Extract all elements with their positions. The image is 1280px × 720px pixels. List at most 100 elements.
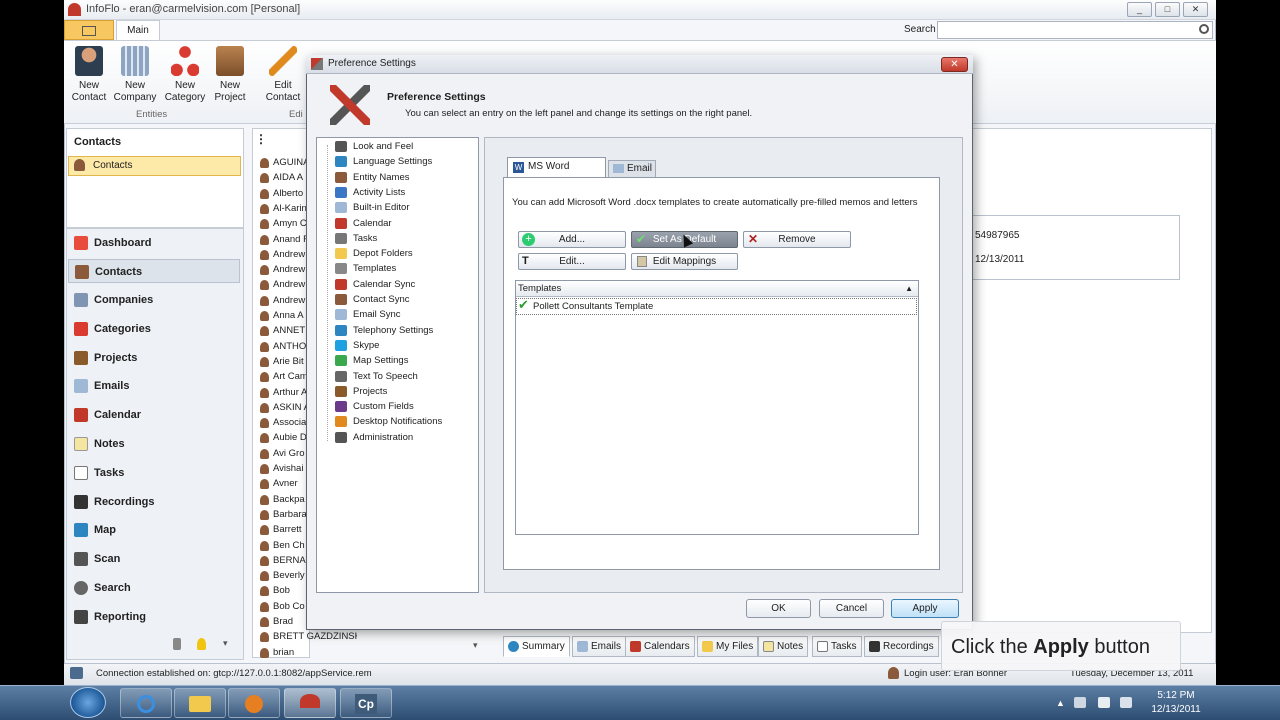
explorer-taskbar-button[interactable] — [174, 688, 226, 718]
tree-item-activity-lists[interactable]: Activity Lists — [335, 185, 405, 200]
contact-list-item[interactable]: Ben Ch — [257, 538, 309, 553]
nav-notes[interactable]: Notes — [68, 432, 240, 456]
contact-list-item[interactable]: Andrew — [257, 293, 309, 308]
contact-list-item[interactable]: Barrett — [257, 522, 309, 537]
start-button[interactable] — [70, 687, 106, 718]
tab-email[interactable]: Email — [608, 160, 656, 177]
infoflo-taskbar-button[interactable] — [284, 688, 336, 718]
clock[interactable]: 5:12 PM 12/13/2011 — [1146, 689, 1206, 717]
contact-list-item[interactable]: AIDA A — [257, 170, 309, 185]
templates-list-header[interactable]: Templates ▲ — [516, 281, 918, 297]
contact-list-item[interactable]: Bob — [257, 583, 309, 598]
contact-list-item[interactable]: BERNAD — [257, 553, 309, 568]
tab-ms-word-memos[interactable]: W MS Word Memos — [507, 157, 606, 190]
nav-calendar[interactable]: Calendar — [68, 403, 240, 427]
ok-button[interactable]: OK — [746, 599, 811, 618]
tray-flag-icon[interactable] — [1098, 697, 1110, 708]
nav-contacts[interactable]: Contacts — [68, 259, 240, 283]
tray-network-icon[interactable] — [1074, 697, 1086, 708]
edit-contact-button[interactable]: Edit Contact — [260, 44, 306, 104]
nav-map[interactable]: Map — [68, 518, 240, 542]
tree-item-projects[interactable]: Projects — [335, 384, 387, 399]
contact-list-item[interactable]: Arthur A — [257, 385, 309, 400]
tab-emails[interactable]: Emails — [572, 636, 627, 657]
contact-list-item[interactable]: Brad — [257, 614, 309, 629]
contact-list-item[interactable]: Andrew — [257, 277, 309, 292]
tree-item-depot-folders[interactable]: Depot Folders — [335, 246, 413, 261]
contacts-folder-selected[interactable]: Contacts — [68, 156, 241, 176]
nav-recordings[interactable]: Recordings — [68, 490, 240, 514]
new-contact-button[interactable]: New Contact — [66, 44, 112, 104]
contact-list-item[interactable]: Avi Gro — [257, 446, 309, 461]
tree-item-administration[interactable]: Administration — [335, 430, 413, 445]
chevron-down-icon[interactable]: ▾ — [223, 638, 228, 649]
dialog-close-button[interactable]: ✕ — [941, 57, 968, 72]
contact-list-item[interactable]: Beverly — [257, 568, 309, 583]
contact-list-item[interactable]: Al-Karin — [257, 201, 309, 216]
contact-list-item[interactable]: Aubie D — [257, 430, 309, 445]
bulb-yellow-icon[interactable] — [197, 638, 206, 650]
tree-item-text-to-speech[interactable]: Text To Speech — [335, 369, 418, 384]
contact-list-item[interactable]: ANNET — [257, 323, 309, 338]
tree-item-email-sync[interactable]: Email Sync — [335, 307, 401, 322]
contact-list-item[interactable]: Avishai — [257, 461, 309, 476]
tab-notes[interactable]: Notes — [758, 636, 809, 657]
tree-item-custom-fields[interactable]: Custom Fields — [335, 399, 414, 414]
nav-scan[interactable]: Scan — [68, 547, 240, 571]
tree-item-language-settings[interactable]: Language Settings — [335, 154, 432, 169]
tree-item-built-in-editor[interactable]: Built-in Editor — [335, 200, 410, 215]
tree-item-telephony-settings[interactable]: Telephony Settings — [335, 323, 433, 338]
contact-list-item[interactable]: Backpa — [257, 492, 309, 507]
bulb-gray-icon[interactable] — [173, 638, 181, 650]
contact-list-item[interactable]: Avner — [257, 476, 309, 491]
tree-item-templates[interactable]: Templates — [335, 261, 396, 276]
add-template-button[interactable]: + Add... — [518, 231, 626, 248]
close-button[interactable]: ✕ — [1183, 2, 1208, 17]
nav-reporting[interactable]: Reporting — [68, 605, 240, 629]
scroll-down-icon[interactable]: ▾ — [473, 640, 478, 651]
contact-list-item[interactable]: Andrew — [257, 262, 309, 277]
tree-item-look-and-feel[interactable]: Look and Feel — [335, 139, 413, 154]
contact-list-item[interactable]: Andrew — [257, 247, 309, 262]
tree-item-tasks[interactable]: Tasks — [335, 231, 377, 246]
nav-companies[interactable]: Companies — [68, 288, 240, 312]
tab-summary[interactable]: Summary — [503, 636, 570, 657]
contact-list-item[interactable]: ANTHO — [257, 339, 309, 354]
tab-calendars[interactable]: Calendars — [625, 636, 695, 657]
media-player-taskbar-button[interactable] — [228, 688, 280, 718]
cancel-button[interactable]: Cancel — [819, 599, 884, 618]
tree-item-calendar[interactable]: Calendar — [335, 216, 392, 231]
tab-recordings[interactable]: Recordings — [864, 636, 939, 657]
search-input[interactable] — [937, 21, 1213, 39]
tray-expand-icon[interactable]: ▲ — [1056, 698, 1065, 708]
tree-item-contact-sync[interactable]: Contact Sync — [335, 292, 410, 307]
minimize-button[interactable]: _ — [1127, 2, 1152, 17]
tree-item-desktop-notifications[interactable]: Desktop Notifications — [335, 414, 442, 429]
tab-main[interactable]: Main — [116, 20, 160, 40]
contact-list-item[interactable]: Amyn C — [257, 216, 309, 231]
contact-list-item[interactable]: AGUINA — [257, 155, 309, 170]
captivate-taskbar-button[interactable]: Cp — [340, 688, 392, 718]
edit-template-button[interactable]: T Edit... — [518, 253, 626, 270]
contact-list-item[interactable]: Anna A — [257, 308, 309, 323]
nav-dashboard[interactable]: Dashboard — [68, 231, 240, 255]
app-menu-button[interactable] — [64, 20, 114, 40]
new-category-button[interactable]: New Category — [162, 44, 208, 104]
ie-taskbar-button[interactable] — [120, 688, 172, 718]
contact-list-item[interactable]: Anand F — [257, 232, 309, 247]
tab-my-files[interactable]: My Files — [697, 636, 759, 657]
nav-categories[interactable]: Categories — [68, 317, 240, 341]
remove-template-button[interactable]: ✕ Remove — [743, 231, 851, 248]
maximize-button[interactable]: □ — [1155, 2, 1180, 17]
tray-volume-icon[interactable] — [1120, 697, 1132, 708]
tab-tasks[interactable]: Tasks — [812, 636, 862, 657]
contact-list-item[interactable]: Barbara — [257, 507, 309, 522]
contact-list-item[interactable]: Art Cam — [257, 369, 309, 384]
tree-item-skype[interactable]: Skype — [335, 338, 379, 353]
new-company-button[interactable]: New Company — [112, 44, 158, 104]
nav-tasks[interactable]: Tasks — [68, 461, 240, 485]
nav-search[interactable]: Search — [68, 576, 240, 600]
contact-list-item[interactable]: ASKIN A — [257, 400, 309, 415]
contact-list-item[interactable]: BRETT GAZDZINSKI — [257, 629, 357, 644]
tree-item-map-settings[interactable]: Map Settings — [335, 353, 408, 368]
